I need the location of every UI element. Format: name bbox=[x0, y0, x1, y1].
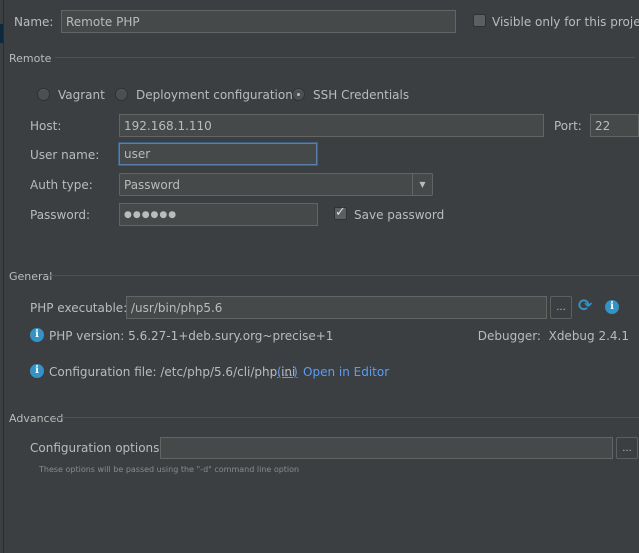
config-file-more-link[interactable]: (...) bbox=[277, 365, 298, 379]
config-options-label: Configuration options: bbox=[30, 441, 164, 455]
config-options-browse-button[interactable]: ... bbox=[616, 437, 638, 459]
advanced-divider bbox=[53, 417, 639, 418]
open-in-editor-link[interactable]: Open in Editor bbox=[303, 365, 389, 379]
visible-only-label: Visible only for this project bbox=[492, 15, 639, 29]
password-input[interactable]: ●●●●●● bbox=[119, 203, 318, 226]
ssh-credentials-label: SSH Credentials bbox=[313, 88, 410, 102]
php-executable-label: PHP executable: bbox=[30, 301, 128, 315]
php-executable-browse-button[interactable]: ... bbox=[550, 296, 572, 319]
info-icon: i bbox=[30, 364, 44, 378]
deployment-config-label: Deployment configuration bbox=[136, 88, 293, 102]
host-input[interactable]: 192.168.1.110 bbox=[119, 114, 544, 137]
auth-type-label: Auth type: bbox=[30, 178, 93, 192]
config-options-hint: These options will be passed using the "… bbox=[39, 465, 300, 474]
name-input[interactable]: Remote PHP bbox=[61, 10, 456, 33]
refresh-icon[interactable]: ⟳ bbox=[578, 296, 592, 316]
vagrant-label: Vagrant bbox=[58, 88, 105, 102]
chevron-down-icon[interactable]: ▼ bbox=[412, 174, 432, 195]
general-divider bbox=[45, 275, 639, 276]
username-input[interactable]: user bbox=[119, 143, 317, 165]
ssh-credentials-radio[interactable] bbox=[292, 88, 305, 101]
remote-section-title: Remote bbox=[9, 52, 52, 65]
general-section-title: General bbox=[9, 270, 53, 283]
port-input[interactable]: 22 bbox=[590, 114, 639, 137]
deployment-config-radio[interactable] bbox=[115, 88, 128, 101]
php-executable-input[interactable]: /usr/bin/php5.6 bbox=[126, 296, 547, 319]
remote-divider bbox=[55, 57, 635, 58]
username-label: User name: bbox=[30, 148, 100, 162]
left-border bbox=[3, 0, 4, 553]
info-icon: i bbox=[30, 328, 44, 342]
visible-only-checkbox[interactable] bbox=[473, 14, 486, 27]
selection-marker bbox=[0, 24, 3, 43]
name-label: Name: bbox=[14, 15, 54, 29]
config-options-input[interactable] bbox=[160, 437, 613, 459]
info-icon[interactable]: i bbox=[605, 300, 619, 314]
port-label: Port: bbox=[554, 119, 582, 133]
config-file-text: Configuration file: /etc/php/5.6/cli/php… bbox=[49, 365, 296, 379]
advanced-section-title: Advanced bbox=[9, 412, 64, 425]
save-password-label: Save password bbox=[354, 208, 445, 222]
password-label: Password: bbox=[30, 208, 91, 222]
save-password-checkbox[interactable]: ✓ bbox=[334, 206, 347, 220]
auth-type-select[interactable]: Password ▼ bbox=[119, 173, 433, 196]
php-version-text: PHP version: 5.6.27-1+deb.sury.org~preci… bbox=[49, 329, 334, 343]
vagrant-radio[interactable] bbox=[37, 88, 50, 101]
host-label: Host: bbox=[30, 119, 62, 133]
auth-type-value: Password bbox=[124, 177, 181, 192]
debugger-text: Debugger: Xdebug 2.4.1 bbox=[477, 329, 629, 343]
